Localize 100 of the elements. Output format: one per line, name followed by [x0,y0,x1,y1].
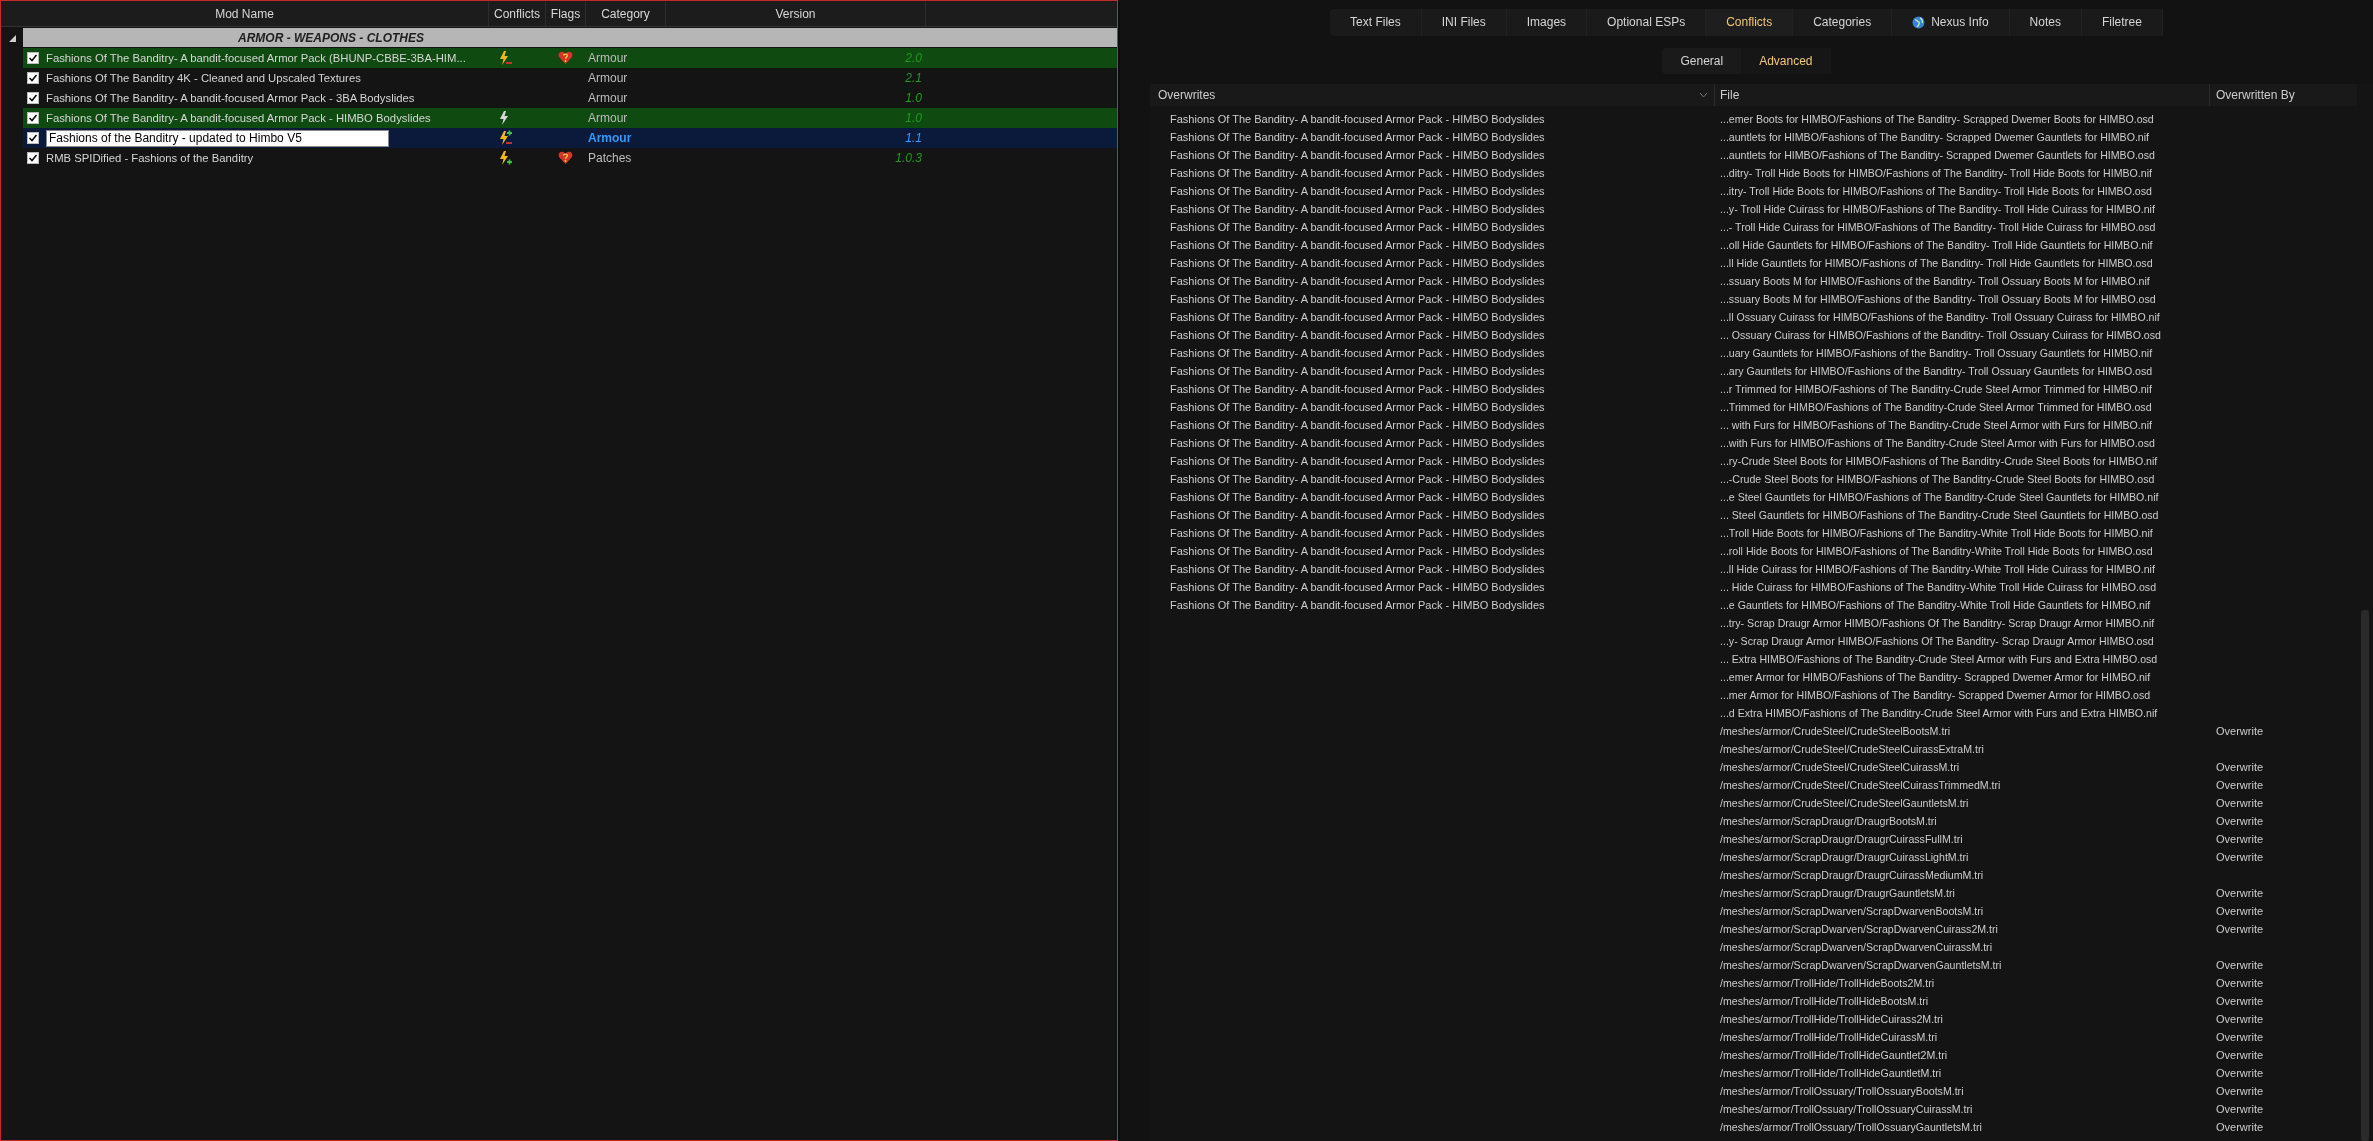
file-path: /meshes/armor/CrudeSteel/CrudeSteelCuirassTrimmedM.tri [1720,778,2001,791]
overwritten-by-text: Overwrite [2216,778,2264,791]
file-path: /meshes/armor/TrollOssuary/TrollOssuaryGauntletsM.tri [1720,1120,1982,1133]
overwritten-by-text: Overwrite [2216,724,2264,737]
column-header[interactable]: File [1720,86,1740,104]
file-path: /meshes/armor/CrudeSteel/CrudeSteelCuirassM.tri [1720,760,1960,773]
file-path: ...-Crude Steel Boots for HIMBO/Fashions of The Banditry-Crude Steel Boots for HIMBO.osd [1720,472,2155,485]
file-path: ... with Furs for HIMBO/Fashions of The Banditry-Crude Steel Armor with Furs for HIMBO.nif [1720,418,2152,431]
version-text: 1.0 [905,110,922,127]
overwritten-by-text: Overwrite [2216,1012,2264,1025]
mod-name: Fashions Of The Banditry- A bandit-focused Armor Pack - HIMBO Bodyslides [1170,292,1545,305]
overwritten-by-text: Overwrite [2216,850,2264,863]
rename-field[interactable]: Fashions of the Banditry - updated to Himbo V5 [46,129,389,147]
overwritten-by-text: Overwrite [2216,958,2264,971]
file-path: ...auntlets for HIMBO/Fashions of The Banditry- Scrapped Dwemer Gauntlets for HIMBO.nif [1720,130,2150,143]
mod-name: RMB SPIDified - Fashions of the Banditry [46,150,254,166]
file-path: ...ry-Crude Steel Boots for HIMBO/Fashions of The Banditry-Crude Steel Boots for HIMBO.nif [1720,454,2158,467]
mod-name: Fashions Of The Banditry- A bandit-focused Armor Pack - HIMBO Bodyslides [1170,436,1545,449]
tab[interactable]: Conflicts [1706,8,1794,36]
file-path: ... Hide Cuirass for HIMBO/Fashions of The Banditry-White Troll Hide Cuirass for HIMBO.osd [1720,580,2157,593]
version-text: 2.1 [905,70,922,87]
tab[interactable]: Categories [1793,8,1893,36]
column-header[interactable]: Flags [550,4,581,23]
file-path: ...- Troll Hide Cuirass for HIMBO/Fashions of The Banditry- Troll Hide Cuirass for HIMBO.osd [1720,220,2156,233]
file-path: /meshes/armor/TrollHide/TrollHideBoots2M.tri [1720,976,1935,989]
overwritten-by-text: Overwrite [2216,1066,2264,1079]
file-path: ...ll Hide Gauntlets for HIMBO/Fashions of The Banditry- Troll Hide Gauntlets for HIMBO.osd [1720,256,2153,269]
file-path: /meshes/armor/ScrapDraugr/DraugrBootsM.tri [1720,814,1937,827]
checkbox[interactable] [27,112,39,124]
file-path: /meshes/armor/CrudeSteel/CrudeSteelBootsM.tri [1720,724,1951,737]
overwritten-by-text: Overwrite [2216,814,2264,827]
checkbox[interactable] [27,72,39,84]
file-path: ...oll Hide Gauntlets for HIMBO/Fashions of The Banditry- Troll Hide Gauntlets for HIMBO.nif [1720,238,2153,251]
file-path: ...e Steel Gauntlets for HIMBO/Fashions of The Banditry-Crude Steel Gauntlets for HIMBO.nif [1720,490,2159,503]
overwritten-by-text: Overwrite [2216,796,2264,809]
tab[interactable]: INI Files [1421,8,1507,36]
column-header[interactable]: Mod Name [215,4,274,23]
overwritten-by-text: Overwrite [2216,1084,2264,1097]
file-path: /meshes/armor/TrollOssuary/TrollOssuaryBootsM.tri [1720,1084,1964,1097]
file-path: ...emer Armor for HIMBO/Fashions of The Banditry- Scrapped Dwemer Armor for HIMBO.nif [1720,670,2151,683]
group-header[interactable]: ARMOR - WEAPONS - CLOTHES [23,28,1117,47]
file-path: ...ditry- Troll Hide Boots for HIMBO/Fashions of The Banditry- Troll Hide Boots for HIMBO.nif [1720,166,2152,179]
file-path: ...with Furs for HIMBO/Fashions of The Banditry-Crude Steel Armor with Furs for HIMBO.osd [1720,436,2155,449]
column-header[interactable]: Version [775,4,816,23]
file-path: ...mer Armor for HIMBO/Fashions of The Banditry- Scrapped Dwemer Armor for HIMBO.osd [1720,688,2151,701]
mod-name: Fashions Of The Banditry- A bandit-focused Armor Pack - HIMBO Bodyslides [1170,454,1545,467]
column-header[interactable]: Overwrites [1158,86,1216,104]
tab[interactable]: Images [1506,8,1588,36]
file-path: ...ll Hide Cuirass for HIMBO/Fashions of The Banditry-White Troll Hide Cuirass for HIMBO.nif [1720,562,2155,575]
mod-row[interactable]: Fashions Of The Banditry- A bandit-focused Armor Pack (BHUNP-CBBE-3BA-HIM... Armour 2.0 [23,48,1117,68]
version-text: 1.1 [905,130,922,147]
mod-name: Fashions Of The Banditry- A bandit-focused Armor Pack - HIMBO Bodyslides [1170,562,1545,575]
mod-name: Fashions Of The Banditry- A bandit-focused Armor Pack (BHUNP-CBBE-3BA-HIM... [46,50,466,66]
file-path: /meshes/armor/CrudeSteel/CrudeSteelCuirassExtraM.tri [1720,742,1984,755]
mod-name: Fashions Of The Banditry- A bandit-focused Armor Pack - HIMBO Bodyslides [1170,508,1545,521]
column-header[interactable]: Conflicts [494,4,540,23]
checkbox[interactable] [27,132,39,144]
column-header[interactable]: Category [601,4,650,23]
category-text: Patches [588,151,632,165]
category-text: Armour [588,71,628,85]
checkbox[interactable] [27,92,39,104]
file-path: ...uary Gauntlets for HIMBO/Fashions of the Banditry- Troll Ossuary Gauntlets for HIMBO.nif [1720,346,2153,359]
sort-caret-icon[interactable] [1699,92,1708,98]
checkbox[interactable] [27,152,39,164]
mod-name: Fashions Of The Banditry- A bandit-focused Armor Pack - HIMBO Bodyslides [1170,220,1545,233]
checkbox[interactable] [27,52,39,64]
overwritten-by-text: Overwrite [2216,1120,2264,1133]
mod-name: Fashions Of The Banditry- A bandit-focused Armor Pack - HIMBO Bodyslides [1170,274,1545,287]
mod-name: Fashions Of The Banditry- A bandit-focused Armor Pack - HIMBO Bodyslides [1170,418,1545,431]
tab[interactable]: Advanced [1741,48,1831,74]
tab[interactable]: Nexus Info [1892,8,2010,36]
mod-name: Fashions Of The Banditry- A bandit-focused Armor Pack - HIMBO Bodyslides [1170,184,1545,197]
mod-name: Fashions Of The Banditry- A bandit-focused Armor Pack - HIMBO Bodyslides [1170,328,1545,341]
tab[interactable]: Text Files [1330,8,1422,36]
overwritten-by-text: Overwrite [2216,1102,2264,1115]
file-path: ...ssuary Boots M for HIMBO/Fashions of the Banditry- Troll Ossuary Boots M for HIMBO.nif [1720,274,2150,287]
mod-name: Fashions Of The Banditry- A bandit-focused Armor Pack - HIMBO Bodyslides [1170,364,1545,377]
overwritten-by-text: Overwrite [2216,904,2264,917]
mod-name: Fashions Of The Banditry- A bandit-focused Armor Pack - HIMBO Bodyslides [1170,346,1545,359]
file-path: /meshes/armor/TrollHide/TrollHideCuirass2M.tri [1720,1012,1943,1025]
file-path: /meshes/armor/ScrapDwarven/ScrapDwarvenBootsM.tri [1720,904,1984,917]
file-path: /meshes/armor/ScrapDraugr/DraugrCuirassLightM.tri [1720,850,1969,863]
file-path: /meshes/armor/TrollHide/TrollHideCuirassM.tri [1720,1030,1938,1043]
tab[interactable]: Filetree [2081,8,2163,36]
column-header[interactable]: Overwritten By [2216,86,2295,104]
mod-name: Fashions Of The Banditry 4K - Cleaned and Upscaled Textures [46,70,361,86]
tab[interactable]: Notes [2009,8,2082,36]
mod-row[interactable]: Fashions Of The Banditry- A bandit-focused Armor Pack - HIMBO Bodyslides Armour 1.0 [23,108,1117,128]
file-path: ...ary Gauntlets for HIMBO/Fashions of the Banditry- Troll Ossuary Gauntlets for HIMBO.osd [1720,364,2153,377]
mod-row[interactable]: Fashions of the Banditry - updated to Himbo V5 Armour 1.1 [23,128,1117,148]
overwritten-by-text: Overwrite [2216,886,2264,899]
category-text: Armour [588,51,628,65]
tab[interactable]: General [1662,48,1742,74]
file-path: ...y- Scrap Draugr Armor HIMBO/Fashions Of The Banditry- Scrap Draugr Armor HIMBO.osd [1720,634,2154,647]
overwritten-by-text: Overwrite [2216,760,2264,773]
mod-name: Fashions Of The Banditry- A bandit-focused Armor Pack - 3BA Bodyslides [46,90,415,106]
file-path: /meshes/armor/ScrapDwarven/ScrapDwarvenGauntletsM.tri [1720,958,2002,971]
file-path: ... Steel Gauntlets for HIMBO/Fashions of The Banditry-Crude Steel Gauntlets for HIMBO.osd [1720,508,2159,521]
overwritten-by-text: Overwrite [2216,922,2264,935]
mod-name: Fashions Of The Banditry- A bandit-focused Armor Pack - HIMBO Bodyslides [1170,112,1545,125]
